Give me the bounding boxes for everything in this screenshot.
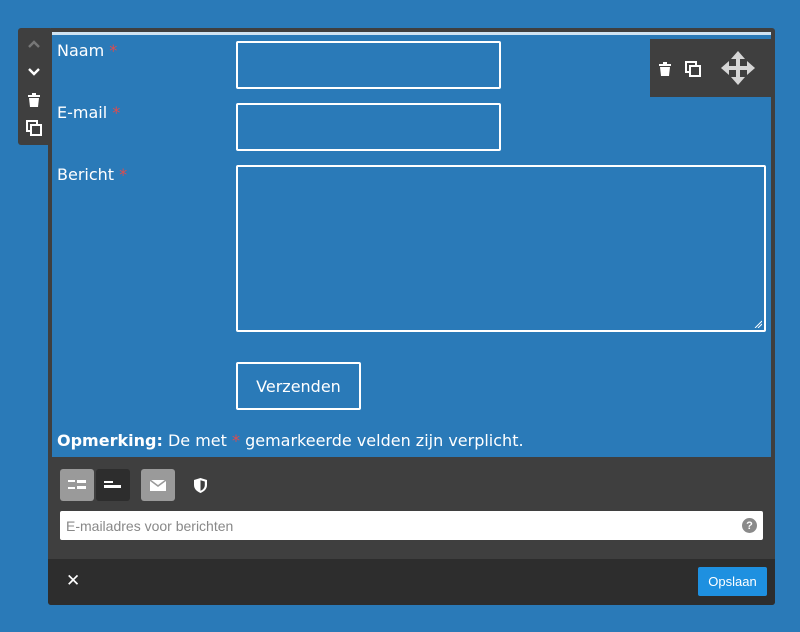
spam-protection-button[interactable] [188, 469, 212, 501]
layout-labels-top-button[interactable] [96, 469, 130, 501]
note-title: Opmerking: [57, 431, 163, 450]
email-label: E-mail * [57, 103, 120, 122]
form-editor-card: Naam * E-mail * Bericht * Verzenden Opme… [48, 28, 775, 605]
trash-icon [28, 93, 40, 107]
required-mark: * [109, 41, 118, 60]
layout-labels-left-button[interactable] [60, 469, 94, 501]
note-text-before: De met [167, 431, 227, 450]
email-field[interactable] [236, 103, 501, 151]
help-icon[interactable]: ? [742, 518, 757, 533]
element-toolbar [18, 28, 50, 145]
required-mark: * [119, 165, 128, 184]
duplicate-icon [26, 120, 42, 136]
trash-icon [659, 62, 671, 76]
required-note: Opmerking: De met * gemarkeerde velden z… [57, 431, 524, 450]
email-input-placeholder: E-mailadres voor berichten [66, 517, 234, 534]
form-preview: Naam * E-mail * Bericht * Verzenden Opme… [52, 35, 771, 457]
layout-labels-top-icon [104, 481, 121, 488]
row-duplicate-button[interactable] [681, 58, 705, 80]
name-label: Naam * [57, 41, 117, 60]
chevron-up-icon [28, 40, 40, 48]
duplicate-button[interactable] [18, 115, 50, 141]
mail-icon [150, 479, 166, 491]
row-move-handle[interactable] [720, 50, 756, 86]
submit-button[interactable]: Verzenden [236, 362, 361, 410]
row-delete-button[interactable] [654, 58, 676, 80]
notification-email-input[interactable]: E-mailadres voor berichten ? [60, 511, 763, 540]
shield-icon [193, 477, 207, 493]
name-field[interactable] [236, 41, 501, 89]
move-up-button[interactable] [18, 31, 50, 57]
resize-grip-icon[interactable] [754, 320, 762, 328]
chevron-down-icon [28, 68, 40, 76]
delete-button[interactable] [18, 87, 50, 113]
editor-footer: ✕ Opslaan [48, 559, 775, 605]
message-textarea[interactable] [236, 165, 766, 332]
save-button[interactable]: Opslaan [698, 567, 767, 596]
row-toolbar [650, 39, 771, 97]
email-label-text: E-mail [57, 103, 108, 122]
note-text-after: gemarkeerde velden zijn verplicht. [245, 431, 524, 450]
layout-labels-left-icon [68, 480, 86, 489]
required-mark: * [112, 103, 121, 122]
close-icon[interactable]: ✕ [66, 571, 80, 591]
name-label-text: Naam [57, 41, 105, 60]
message-label-text: Bericht [57, 165, 115, 184]
message-label: Bericht * [57, 165, 127, 184]
duplicate-icon [685, 61, 701, 77]
move-icon [721, 51, 755, 85]
email-notification-button[interactable] [141, 469, 175, 501]
required-mark: * [231, 431, 240, 450]
move-down-button[interactable] [18, 59, 50, 85]
